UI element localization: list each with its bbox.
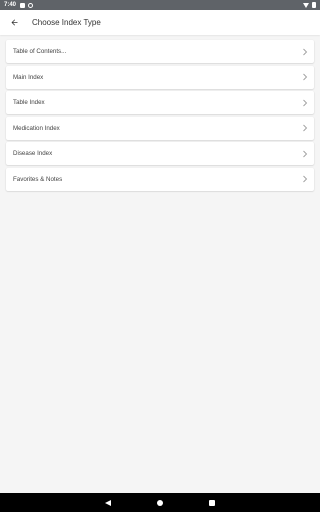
chevron-right-icon [303, 99, 308, 107]
index-item-table-of-contents[interactable]: Table of Contents... [6, 40, 314, 63]
app-bar: Choose Index Type [0, 10, 320, 35]
battery-icon [312, 2, 316, 8]
nav-home-icon [157, 499, 163, 506]
index-item-disease-index[interactable]: Disease Index [6, 142, 314, 166]
index-type-list: Table of Contents... Main Index Table In… [6, 40, 314, 194]
list-item-label: Main Index [13, 73, 44, 81]
chevron-right-icon [303, 150, 308, 158]
back-button[interactable] [0, 10, 28, 35]
list-item-label: Disease Index [13, 150, 53, 158]
index-item-main-index[interactable]: Main Index [6, 65, 314, 89]
nav-back-button[interactable] [82, 493, 134, 512]
list-item-label: Table Index [13, 99, 45, 107]
status-bar: 7:40 [0, 0, 320, 10]
arrow-left-icon [11, 19, 17, 26]
nav-back-icon [105, 499, 111, 506]
wifi-icon [303, 2, 309, 8]
list-item-label: Favorites & Notes [13, 175, 63, 183]
page-title: Choose Index Type [32, 18, 101, 27]
notification-square-icon [20, 2, 26, 8]
chevron-right-icon [303, 48, 308, 55]
system-nav-bar [0, 493, 320, 512]
index-item-medication-index[interactable]: Medication Index [6, 116, 314, 140]
chevron-right-icon [303, 73, 308, 81]
index-item-favorites-notes[interactable]: Favorites & Notes [6, 167, 314, 191]
notification-circle-icon [28, 2, 34, 8]
status-time: 7:40 [4, 2, 17, 8]
nav-recents-icon [209, 499, 215, 506]
list-item-label: Medication Index [13, 124, 60, 132]
chevron-right-icon [303, 124, 308, 132]
nav-recents-button[interactable] [186, 493, 238, 512]
nav-home-button[interactable] [134, 493, 186, 512]
chevron-right-icon [303, 176, 308, 183]
list-item-label: Table of Contents... [13, 48, 67, 55]
index-item-table-index[interactable]: Table Index [6, 91, 314, 115]
